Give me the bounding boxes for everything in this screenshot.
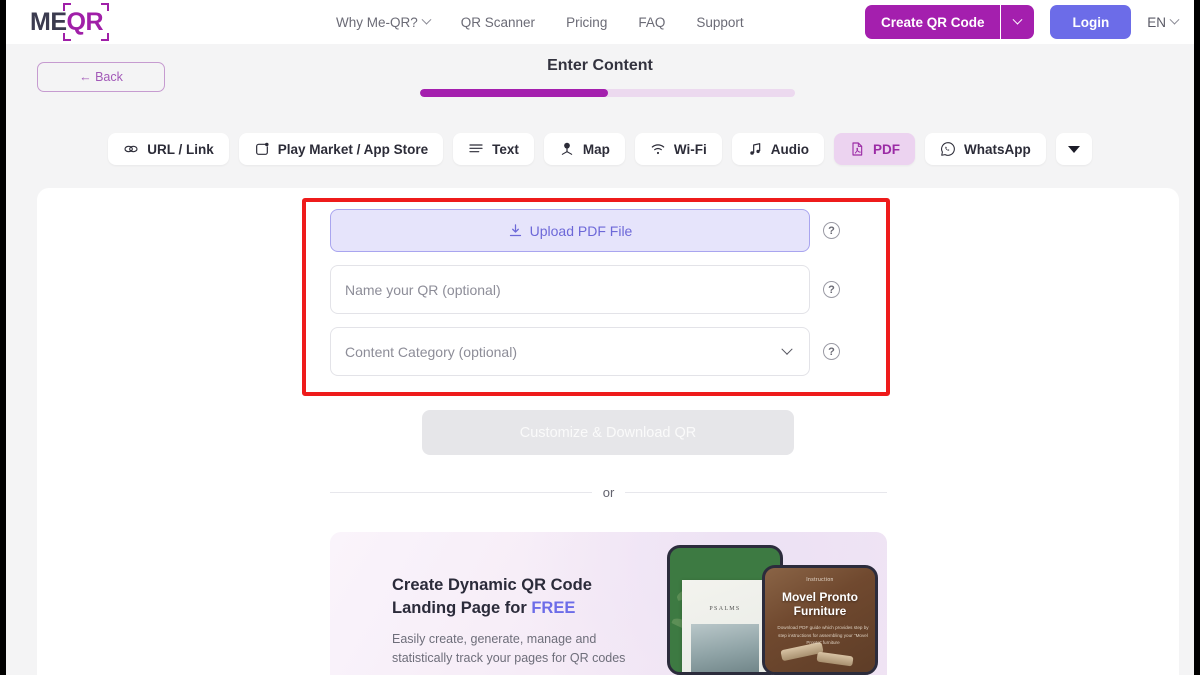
tab-label: Audio: [770, 141, 809, 157]
phone-mockup-right: Instruction Movel Pronto Furniture Downl…: [762, 565, 878, 675]
chevron-down-icon: [1169, 14, 1180, 25]
tab-label: Text: [492, 141, 519, 157]
nav-label: Why Me-QR?: [336, 14, 418, 30]
tab-url-link[interactable]: URL / Link: [108, 133, 229, 165]
tab-label: PDF: [872, 141, 900, 157]
tab-map[interactable]: Map: [543, 133, 625, 165]
chevron-down-icon: [781, 343, 793, 355]
nav-item-qr-scanner[interactable]: QR Scanner: [461, 15, 535, 30]
site-header: ME QR Why Me-QR? QR Scanner Pricing FAQ …: [6, 0, 1194, 44]
language-label: EN: [1147, 14, 1166, 30]
content-category-select[interactable]: Content Category (optional): [330, 327, 810, 376]
more-content-types-button[interactable]: [1055, 133, 1092, 165]
qr-name-input[interactable]: Name your QR (optional): [330, 265, 810, 314]
qr-bracket-icon: [101, 2, 109, 11]
map-pin-icon: [561, 142, 573, 155]
book-cover-image: PSALMS: [682, 580, 768, 672]
promo-heading-line2: Landing Page for FREE: [392, 597, 657, 620]
wifi-icon: [651, 144, 665, 155]
question-mark-icon[interactable]: ?: [823, 281, 840, 298]
tab-label: Map: [582, 141, 610, 157]
chevron-down-icon: [1013, 14, 1023, 25]
create-qr-dropdown-button[interactable]: [1000, 5, 1035, 39]
or-divider: or: [330, 485, 887, 500]
login-button[interactable]: Login: [1050, 5, 1132, 39]
content-card: Upload PDF File ? Name your QR (optional…: [37, 188, 1179, 675]
upload-row: Upload PDF File ?: [330, 209, 840, 252]
triangle-down-icon: [1067, 145, 1080, 153]
create-qr-group: Create QR Code: [864, 5, 1035, 39]
qr-bracket-icon: [62, 2, 71, 11]
progress-bar-fill: [420, 89, 608, 97]
tab-label: Wi-Fi: [673, 141, 707, 157]
upload-pdf-file-button[interactable]: Upload PDF File: [330, 209, 810, 252]
book-title-label: PSALMS: [709, 606, 741, 612]
music-note-icon: [749, 143, 760, 155]
logo-text-qr: QR: [62, 2, 109, 41]
content-category-label: Content Category (optional): [345, 343, 517, 360]
promo-phone-title: Movel Pronto Furniture: [765, 590, 875, 618]
question-mark-icon[interactable]: ?: [823, 343, 840, 360]
content-category-row: Content Category (optional) ?: [330, 327, 840, 376]
dynamic-qr-promo-banner[interactable]: Create Dynamic QR Code Landing Page for …: [330, 532, 887, 675]
download-upload-icon: [509, 224, 521, 237]
tab-label: Play Market / App Store: [277, 141, 429, 157]
logo-text-me: ME: [30, 7, 67, 36]
nav-item-support[interactable]: Support: [696, 15, 743, 30]
create-qr-code-button[interactable]: Create QR Code: [864, 5, 1001, 39]
nav-item-pricing[interactable]: Pricing: [566, 15, 607, 30]
promo-heading-line1: Create Dynamic QR Code: [392, 576, 592, 594]
promo-heading-prefix: Landing Page for: [392, 599, 532, 617]
meqr-logo[interactable]: ME QR: [30, 2, 109, 41]
tab-label: WhatsApp: [963, 141, 1031, 157]
customize-download-qr-button[interactable]: Customize & Download QR: [422, 410, 794, 455]
divider-line: [330, 492, 592, 493]
divider-label: or: [602, 485, 615, 500]
promo-eyebrow-label: Instruction: [806, 577, 834, 583]
browser-viewport: ME QR Why Me-QR? QR Scanner Pricing FAQ …: [6, 0, 1194, 675]
tab-whatsapp[interactable]: WhatsApp: [924, 133, 1046, 165]
promo-phone-title-line2: Furniture: [793, 604, 847, 618]
book-cover-art: [691, 624, 759, 672]
divider-line: [625, 492, 887, 493]
tab-audio[interactable]: Audio: [731, 133, 824, 165]
whatsapp-icon: [941, 142, 955, 156]
promo-subtext-line2: statistically track your pages for QR co…: [392, 651, 626, 665]
nav-item-faq[interactable]: FAQ: [638, 15, 665, 30]
page-title: Enter Content: [547, 57, 653, 74]
qr-content-form: Upload PDF File ? Name your QR (optional…: [330, 209, 840, 389]
tab-text[interactable]: Text: [453, 133, 534, 165]
logo-qr-label: QR: [66, 7, 104, 36]
tab-wifi[interactable]: Wi-Fi: [634, 133, 722, 165]
header-actions: Create QR Code Login EN: [864, 0, 1180, 44]
tab-label: URL / Link: [147, 141, 214, 157]
tab-play-market-app-store[interactable]: Play Market / App Store: [238, 133, 444, 165]
language-selector[interactable]: EN: [1147, 14, 1180, 30]
pdf-file-icon: [852, 142, 863, 156]
qr-bracket-icon: [62, 32, 71, 41]
app-store-icon: [255, 142, 269, 155]
text-lines-icon: [469, 144, 483, 153]
promo-phone-description: Download PDF guide which provides step b…: [777, 625, 869, 645]
nav-item-why-meqr[interactable]: Why Me-QR?: [336, 14, 432, 30]
upload-label: Upload PDF File: [529, 222, 633, 239]
chevron-down-icon: [421, 14, 432, 25]
promo-phone-title-line1: Movel Pronto: [781, 590, 858, 604]
promo-text-block: Create Dynamic QR Code Landing Page for …: [392, 574, 657, 668]
link-icon: [124, 145, 138, 153]
qr-bracket-icon: [101, 32, 109, 41]
content-type-tabs: URL / Link Play Market / App Store Text: [6, 133, 1194, 165]
qr-name-row: Name your QR (optional) ?: [330, 265, 840, 314]
promo-subtext: Easily create, generate, manage and stat…: [392, 630, 657, 668]
progress-bar: [420, 89, 795, 97]
promo-free-accent: FREE: [531, 599, 576, 617]
tab-pdf[interactable]: PDF: [833, 133, 915, 165]
question-mark-icon[interactable]: ?: [823, 222, 840, 239]
main-nav: Why Me-QR? QR Scanner Pricing FAQ Suppor…: [336, 0, 744, 44]
promo-subtext-line1: Easily create, generate, manage and: [392, 632, 597, 646]
